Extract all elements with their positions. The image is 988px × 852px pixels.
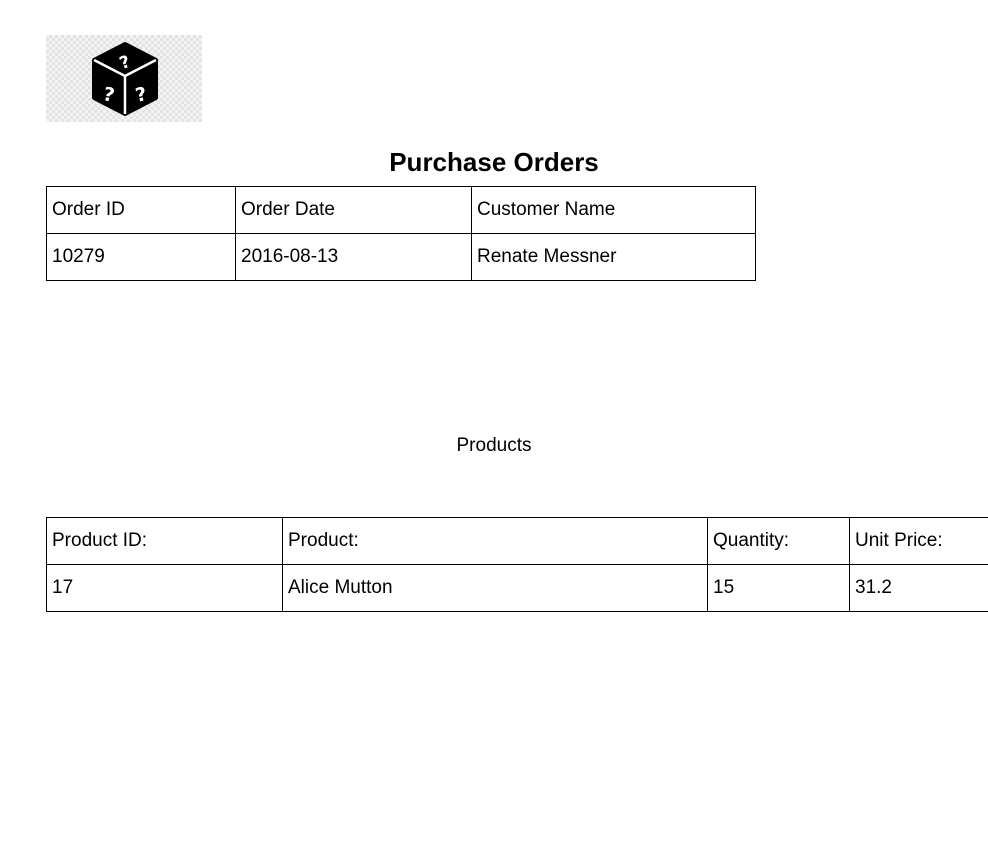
quantity-cell: 15 [707,564,850,612]
column-header-order-date: Order Date [235,186,472,234]
products-caption: Products [456,435,532,456]
column-header-customer-name: Customer Name [471,186,756,234]
column-header-unit-price: Unit Price: [849,517,988,565]
table-row: 17 Alice Mutton 15 31.2 [46,564,988,612]
unit-price-cell: 31.2 [849,564,988,612]
orders-header-row: Order ID Order Date Customer Name [46,186,756,234]
mystery-dice-icon: ? ? ? [92,42,158,116]
page-title: Purchase Orders [389,147,599,177]
company-logo: ? ? ? [46,35,202,122]
products-header-row: Product ID: Product: Quantity: Unit Pric… [46,517,988,565]
order-date-cell: 2016-08-13 [235,233,472,281]
column-header-product: Product: [282,517,708,565]
customer-name-cell: Renate Messner [471,233,756,281]
column-header-quantity: Quantity: [707,517,850,565]
purchase-order-document: ? ? ? Purchase Orders Order ID Order Dat… [0,0,988,852]
products-table: Product ID: Product: Quantity: Unit Pric… [46,517,988,612]
column-header-product-id: Product ID: [46,517,283,565]
table-row: 10279 2016-08-13 Renate Messner [46,233,756,281]
order-id-cell: 10279 [46,233,236,281]
product-id-cell: 17 [46,564,283,612]
orders-table: Order ID Order Date Customer Name 10279 … [46,186,756,281]
product-name-cell: Alice Mutton [282,564,708,612]
column-header-order-id: Order ID [46,186,236,234]
